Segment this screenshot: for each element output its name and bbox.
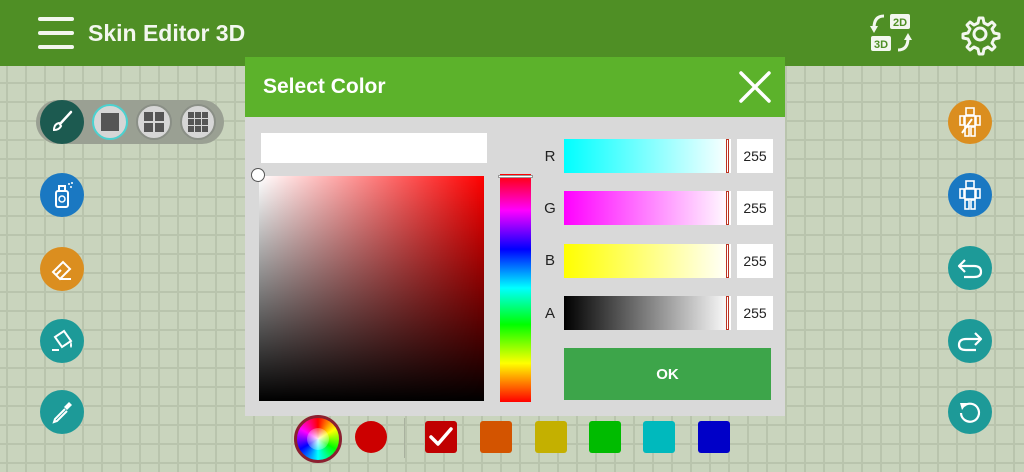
redo-icon (957, 332, 983, 352)
swatch-orange[interactable] (480, 421, 512, 453)
eyedropper-tool[interactable] (40, 390, 84, 434)
spray-paint-tool[interactable] (40, 173, 84, 217)
size-2x2-icon (144, 112, 164, 132)
current-color-indicator[interactable] (355, 421, 387, 453)
gear-icon[interactable] (958, 12, 1002, 56)
swatch-green[interactable] (589, 421, 621, 453)
close-icon[interactable] (737, 69, 773, 105)
swatch-blue[interactable] (698, 421, 730, 453)
swatch-cyan[interactable] (643, 421, 675, 453)
size-3x3-icon (188, 112, 208, 132)
character-model-button[interactable] (948, 173, 992, 217)
redo-button[interactable] (948, 319, 992, 363)
saturation-value-picker[interactable] (259, 176, 484, 401)
ok-button[interactable]: OK (564, 348, 771, 400)
red-channel-slider[interactable] (564, 139, 731, 173)
reset-button[interactable] (948, 390, 992, 434)
eraser-tool[interactable] (40, 247, 84, 291)
saturation-value-cursor[interactable] (251, 168, 265, 182)
size-1x1-icon (101, 113, 119, 131)
spray-paint-icon (55, 182, 73, 208)
hamburger-menu-icon[interactable] (38, 17, 74, 49)
brush-size-1-button[interactable] (92, 104, 128, 140)
app-title: Skin Editor 3D (88, 20, 246, 46)
alpha-channel-slider[interactable] (564, 296, 731, 330)
undo-icon (957, 259, 983, 279)
green-channel-label: G (544, 200, 556, 217)
paint-bucket-icon (52, 329, 73, 351)
character-edit-button[interactable] (948, 100, 992, 144)
green-channel-value[interactable]: 255 (737, 191, 773, 225)
blue-slider-thumb[interactable] (726, 244, 729, 278)
brush-size-3-button[interactable] (180, 104, 216, 140)
red-channel-value[interactable]: 255 (737, 139, 773, 173)
svg-text:2D: 2D (893, 17, 907, 29)
character-edit-icon (959, 107, 981, 137)
eyedropper-icon (52, 402, 72, 424)
green-slider-thumb[interactable] (726, 191, 729, 225)
undo-button[interactable] (948, 246, 992, 290)
paint-brush-tool[interactable] (40, 100, 84, 144)
blue-channel-slider[interactable] (564, 244, 731, 278)
hue-slider-thumb[interactable] (498, 175, 533, 178)
paint-bucket-tool[interactable] (40, 319, 84, 363)
swatch-red[interactable] (425, 421, 457, 453)
paint-brush-icon (52, 110, 73, 132)
svg-text:3D: 3D (874, 39, 888, 51)
dialog-header: Select Color (245, 57, 785, 117)
2d-3d-toggle-icon[interactable]: 2D 3D (868, 12, 914, 54)
reset-icon (959, 402, 981, 423)
palette-divider (404, 418, 405, 458)
character-model-icon (959, 180, 981, 210)
red-slider-thumb[interactable] (726, 139, 729, 173)
alpha-slider-thumb[interactable] (726, 296, 729, 330)
color-wheel-button[interactable] (294, 415, 342, 463)
brush-size-2-button[interactable] (136, 104, 172, 140)
checkmark-icon (429, 427, 453, 446)
blue-channel-label: B (544, 252, 555, 269)
hex-color-input[interactable] (261, 133, 487, 163)
alpha-channel-value[interactable]: 255 (737, 296, 773, 330)
swatch-yellow[interactable] (535, 421, 567, 453)
dialog-title: Select Color (263, 75, 386, 98)
select-color-dialog: Select Color R 255 G 255 B 255 A 255 OK (245, 57, 785, 416)
blue-channel-value[interactable]: 255 (737, 244, 773, 278)
hue-slider[interactable] (500, 174, 531, 402)
alpha-channel-label: A (544, 305, 555, 322)
eraser-icon (51, 260, 72, 281)
green-channel-slider[interactable] (564, 191, 731, 225)
red-channel-label: R (544, 148, 556, 165)
